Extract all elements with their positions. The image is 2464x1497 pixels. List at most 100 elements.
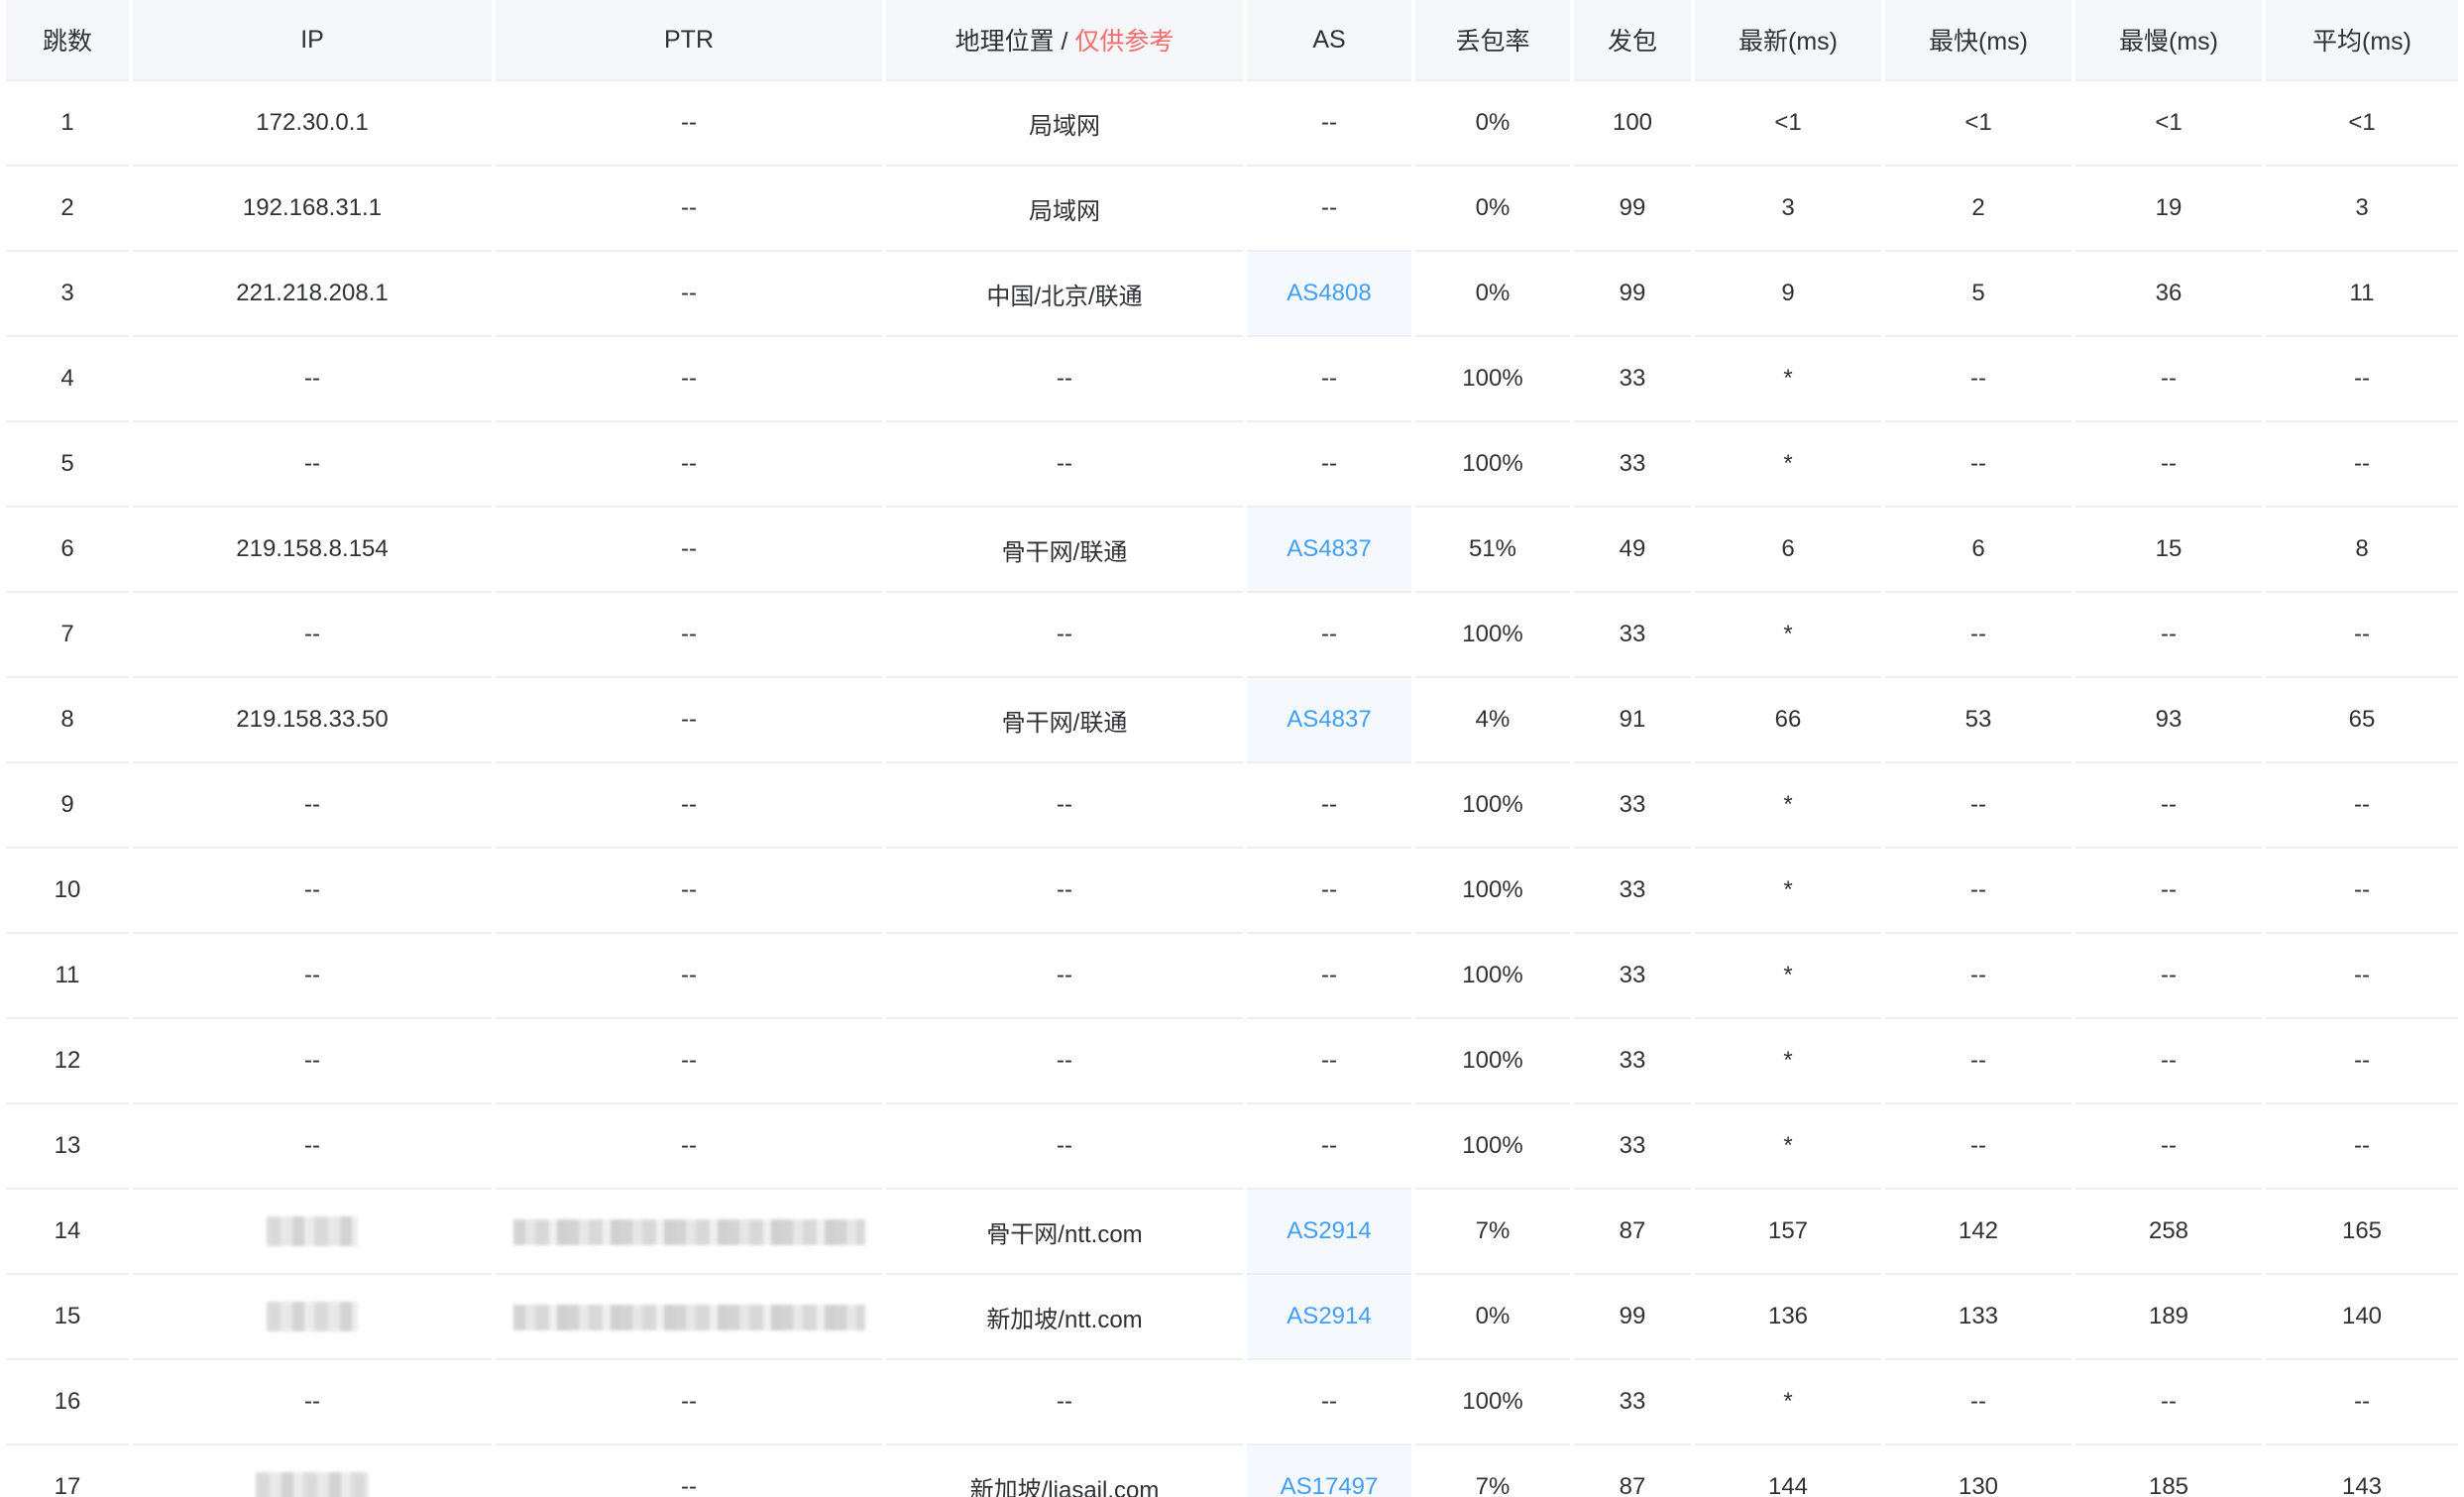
ptr-cell: -- — [494, 80, 886, 167]
as-link[interactable]: AS17497 — [1281, 1473, 1379, 1497]
table-row[interactable]: 3 221.218.208.1 -- 中国/北京/联通 AS4808 0% 99 9 5 36 11 — [6, 251, 2458, 337]
sent-cell: 33 — [1572, 933, 1695, 1019]
worst-cell: -- — [2073, 1359, 2266, 1445]
best-cell: -- — [1883, 1103, 2075, 1190]
table-row[interactable]: 2 192.168.31.1 -- 局域网 -- 0% 99 3 2 19 3 — [6, 166, 2458, 252]
ptr-cell: -- — [494, 1444, 886, 1497]
last-cell: 66 — [1693, 677, 1885, 763]
best-cell: -- — [1883, 421, 2075, 508]
table-row[interactable]: 9 -- -- -- -- 100% 33 * -- -- -- — [6, 762, 2458, 849]
header-avg[interactable]: 平均(ms) — [2264, 0, 2458, 81]
as-link[interactable]: AS4808 — [1287, 280, 1371, 306]
loss-cell: 7% — [1413, 1189, 1574, 1275]
table-row[interactable]: 12 -- -- -- -- 100% 33 * -- -- -- — [6, 1018, 2458, 1104]
traceroute-table: 跳数 IP PTR 地理位置 / 仅供参考 AS 丢包率 发包 最新(ms) 最… — [6, 0, 2458, 1497]
ip-cell: -- — [131, 1018, 496, 1104]
table-row[interactable]: 10 -- -- -- -- 100% 33 * -- -- -- — [6, 848, 2458, 934]
header-geo[interactable]: 地理位置 / 仅供参考 — [884, 0, 1247, 81]
loss-cell: 0% — [1413, 80, 1574, 167]
last-cell: 3 — [1693, 166, 1885, 252]
hop-cell: 12 — [6, 1018, 133, 1104]
ptr-cell: -- — [494, 933, 886, 1019]
header-as[interactable]: AS — [1245, 0, 1415, 81]
avg-cell: -- — [2264, 1103, 2458, 1190]
table-row[interactable]: 17 -- 新加坡/liasail.com AS17497 7% 87 144 130 185 1… — [6, 1444, 2458, 1497]
table-body: 1 172.30.0.1 -- 局域网 -- 0% 100 <1 <1 <1 <1 2 192.168.… — [6, 80, 2458, 1497]
as-link[interactable]: AS2914 — [1287, 1217, 1371, 1244]
as-link[interactable]: AS2914 — [1287, 1303, 1371, 1329]
table-row[interactable]: 14 骨干网/ntt.com AS2914 7% 87 157 142 258 165 — [6, 1189, 2458, 1275]
table-row[interactable]: 6 219.158.8.154 -- 骨干网/联通 AS4837 51% 49 6 6 15 8 — [6, 507, 2458, 593]
header-ip[interactable]: IP — [131, 0, 496, 81]
hop-cell: 10 — [6, 848, 133, 934]
sent-cell: 99 — [1572, 1274, 1695, 1360]
last-cell: * — [1693, 848, 1885, 934]
sent-cell: 33 — [1572, 1018, 1695, 1104]
table-row[interactable]: 15 新加坡/ntt.com AS2914 0% 99 136 133 189 140 — [6, 1274, 2458, 1360]
table-row[interactable]: 1 172.30.0.1 -- 局域网 -- 0% 100 <1 <1 <1 <1 — [6, 80, 2458, 167]
best-cell: 53 — [1883, 677, 2075, 763]
worst-cell: 189 — [2073, 1274, 2266, 1360]
as-cell: AS17497 — [1245, 1444, 1415, 1497]
table-row[interactable]: 5 -- -- -- -- 100% 33 * -- -- -- — [6, 421, 2458, 508]
geo-cell: -- — [884, 336, 1247, 422]
last-cell: 9 — [1693, 251, 1885, 337]
avg-cell: -- — [2264, 933, 2458, 1019]
table-row[interactable]: 13 -- -- -- -- 100% 33 * -- -- -- — [6, 1103, 2458, 1190]
as-cell: -- — [1245, 592, 1415, 678]
sent-cell: 33 — [1572, 421, 1695, 508]
as-link[interactable]: AS4837 — [1287, 535, 1371, 562]
last-cell: * — [1693, 762, 1885, 849]
as-cell: -- — [1245, 933, 1415, 1019]
last-cell: 136 — [1693, 1274, 1885, 1360]
header-best[interactable]: 最快(ms) — [1883, 0, 2075, 81]
geo-cell: 局域网 — [884, 80, 1247, 167]
ip-cell — [131, 1189, 496, 1275]
last-cell: * — [1693, 1018, 1885, 1104]
table-row[interactable]: 11 -- -- -- -- 100% 33 * -- -- -- — [6, 933, 2458, 1019]
header-ptr[interactable]: PTR — [494, 0, 886, 81]
header-hop[interactable]: 跳数 — [6, 0, 133, 81]
table-row[interactable]: 4 -- -- -- -- 100% 33 * -- -- -- — [6, 336, 2458, 422]
traceroute-page: 跳数 IP PTR 地理位置 / 仅供参考 AS 丢包率 发包 最新(ms) 最… — [0, 0, 2464, 1497]
header-sent[interactable]: 发包 — [1572, 0, 1695, 81]
as-cell: AS4837 — [1245, 507, 1415, 593]
header-loss[interactable]: 丢包率 — [1413, 0, 1574, 81]
geo-cell: -- — [884, 1359, 1247, 1445]
table-row[interactable]: 7 -- -- -- -- 100% 33 * -- -- -- — [6, 592, 2458, 678]
table-row[interactable]: 8 219.158.33.50 -- 骨干网/联通 AS4837 4% 91 66 53 93 65 — [6, 677, 2458, 763]
last-cell: 144 — [1693, 1444, 1885, 1497]
ptr-cell: -- — [494, 1359, 886, 1445]
avg-cell: 165 — [2264, 1189, 2458, 1275]
ip-cell: -- — [131, 848, 496, 934]
hop-cell: 14 — [6, 1189, 133, 1275]
ip-cell: -- — [131, 421, 496, 508]
ip-cell: -- — [131, 1103, 496, 1190]
loss-cell: 100% — [1413, 1103, 1574, 1190]
worst-cell: 36 — [2073, 251, 2266, 337]
sent-cell: 49 — [1572, 507, 1695, 593]
hop-cell: 13 — [6, 1103, 133, 1190]
as-link[interactable]: AS4837 — [1287, 706, 1371, 733]
best-cell: <1 — [1883, 80, 2075, 167]
best-cell: 5 — [1883, 251, 2075, 337]
ip-cell: -- — [131, 933, 496, 1019]
ip-cell — [131, 1444, 496, 1497]
header-geo-label: 地理位置 / — [954, 28, 1075, 56]
header-last[interactable]: 最新(ms) — [1693, 0, 1885, 81]
ptr-cell: -- — [494, 677, 886, 763]
geo-cell: -- — [884, 1103, 1247, 1190]
header-worst[interactable]: 最慢(ms) — [2073, 0, 2266, 81]
sent-cell: 33 — [1572, 762, 1695, 849]
worst-cell: 93 — [2073, 677, 2266, 763]
avg-cell: -- — [2264, 336, 2458, 422]
loss-cell: 4% — [1413, 677, 1574, 763]
table-row[interactable]: 16 -- -- -- -- 100% 33 * -- -- -- — [6, 1359, 2458, 1445]
ptr-cell: -- — [494, 592, 886, 678]
avg-cell: 65 — [2264, 677, 2458, 763]
avg-cell: 140 — [2264, 1274, 2458, 1360]
loss-cell: 100% — [1413, 848, 1574, 934]
geo-cell: 骨干网/联通 — [884, 507, 1247, 593]
loss-cell: 100% — [1413, 933, 1574, 1019]
table-header-row: 跳数 IP PTR 地理位置 / 仅供参考 AS 丢包率 发包 最新(ms) 最… — [6, 0, 2458, 81]
